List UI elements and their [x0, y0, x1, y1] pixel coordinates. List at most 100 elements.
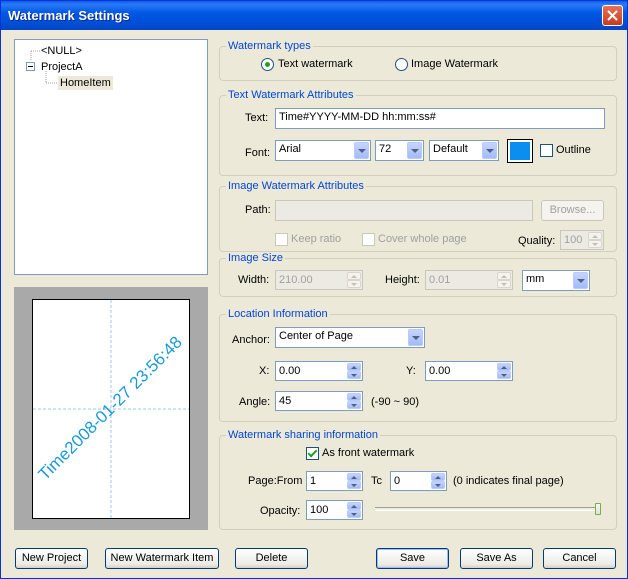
x-label: X:: [259, 365, 270, 377]
spin-down-icon[interactable]: [588, 240, 602, 248]
project-tree: <NULL> ProjectA HomeItem: [14, 39, 208, 275]
spin-down-icon[interactable]: [347, 510, 361, 518]
keep-ratio-checkbox[interactable]: [275, 233, 288, 246]
spin-down-icon[interactable]: [431, 481, 445, 489]
y-spinner[interactable]: 0.00: [425, 361, 513, 381]
color-swatch: [510, 142, 530, 160]
outline-checkbox[interactable]: [540, 144, 553, 157]
angle-label: Angle:: [239, 396, 271, 408]
image-size-title: Image Size: [226, 252, 286, 264]
spin-up-icon[interactable]: [347, 502, 361, 510]
height-label: Height:: [385, 274, 420, 286]
spin-down-icon[interactable]: [497, 371, 511, 379]
font-label: Font:: [245, 147, 271, 159]
preview-page: Time2008-01-27 23:56:48: [32, 299, 190, 519]
front-watermark-label[interactable]: As front watermark: [322, 447, 414, 459]
preview-watermark-text: Time2008-01-27 23:56:48: [35, 333, 186, 484]
tree-collapse-toggle[interactable]: [26, 62, 35, 71]
text-watermark-radio[interactable]: [261, 58, 274, 71]
spin-down-icon[interactable]: [347, 401, 361, 409]
cover-page-label: Cover whole page: [378, 233, 467, 245]
new-watermark-item-button[interactable]: New Watermark Item: [105, 548, 219, 569]
x-spinner[interactable]: 0.00: [275, 361, 363, 381]
cancel-button[interactable]: Cancel: [543, 548, 616, 569]
page-from-label: Page:From: [248, 475, 303, 487]
chevron-down-icon: [482, 142, 497, 159]
delete-button[interactable]: Delete: [235, 548, 308, 569]
spin-up-icon[interactable]: [347, 473, 361, 481]
spin-up-icon[interactable]: [497, 272, 511, 280]
save-as-button[interactable]: Save As: [460, 548, 533, 569]
spin-up-icon[interactable]: [347, 272, 361, 280]
save-button[interactable]: Save: [376, 548, 449, 569]
angle-range-hint: (-90 ~ 90): [371, 396, 419, 408]
minus-icon: [28, 66, 33, 67]
spin-down-icon[interactable]: [347, 371, 361, 379]
font-style-select[interactable]: Default: [429, 140, 499, 161]
opacity-value: 100: [310, 504, 329, 516]
font-size-select[interactable]: 72: [375, 140, 424, 161]
x-value: 0.00: [279, 365, 301, 377]
close-icon: [607, 10, 618, 21]
quality-spinner[interactable]: 100: [560, 230, 604, 250]
tree-item-projecta[interactable]: ProjectA: [41, 61, 83, 73]
sharing-title: Watermark sharing information: [226, 429, 380, 441]
keep-ratio-label: Keep ratio: [291, 233, 342, 245]
spin-down-icon[interactable]: [347, 481, 361, 489]
tree-item-null[interactable]: <NULL>: [41, 45, 82, 57]
spin-up-icon[interactable]: [347, 393, 361, 401]
page-to-label: Tc: [371, 475, 382, 487]
spin-up-icon[interactable]: [588, 232, 602, 240]
watermark-types-title: Watermark types: [226, 40, 313, 52]
opacity-slider-thumb[interactable]: [595, 503, 601, 515]
page-from-value: 1: [310, 475, 317, 487]
font-family-select[interactable]: Arial: [275, 140, 371, 161]
image-watermark-label[interactable]: Image Watermark: [411, 58, 498, 70]
watermark-text-input[interactable]: Time#YYYY-MM-DD hh:mm:ss#: [275, 108, 605, 129]
height-spinner[interactable]: 0.01: [425, 270, 513, 290]
y-value: 0.00: [429, 365, 451, 377]
spin-up-icon[interactable]: [347, 363, 361, 371]
spin-down-icon[interactable]: [347, 280, 361, 288]
unit-select[interactable]: mm: [522, 270, 590, 291]
text-watermark-label[interactable]: Text watermark: [278, 58, 353, 70]
path-label: Path:: [245, 204, 271, 216]
close-button[interactable]: [602, 5, 623, 26]
image-watermark-radio[interactable]: [395, 58, 408, 71]
height-value: 0.01: [429, 274, 451, 286]
front-watermark-checkbox[interactable]: [306, 447, 319, 460]
browse-button[interactable]: Browse...: [541, 200, 604, 221]
spin-up-icon[interactable]: [431, 473, 445, 481]
opacity-label: Opacity:: [260, 505, 301, 517]
anchor-label: Anchor:: [232, 334, 270, 346]
page-to-spinner[interactable]: 0: [390, 471, 447, 491]
anchor-value: Center of Page: [279, 330, 353, 342]
tree-item-homeitem[interactable]: HomeItem: [58, 76, 113, 90]
text-label: Text:: [245, 112, 269, 124]
opacity-spinner[interactable]: 100: [306, 500, 363, 520]
color-picker-button[interactable]: [507, 139, 533, 163]
angle-spinner[interactable]: 45: [275, 391, 363, 411]
y-label: Y:: [406, 365, 416, 377]
page-to-value: 0: [394, 475, 401, 487]
chevron-down-icon: [354, 142, 369, 159]
page-to-note: (0 indicates final page): [453, 475, 564, 487]
angle-value: 45: [279, 395, 292, 407]
anchor-select[interactable]: Center of Page: [275, 327, 425, 348]
cover-page-checkbox[interactable]: [362, 233, 375, 246]
width-value: 210.00: [279, 274, 313, 286]
width-spinner[interactable]: 210.00: [275, 270, 363, 290]
new-project-button[interactable]: New Project: [15, 548, 88, 569]
page-from-spinner[interactable]: 1: [306, 471, 363, 491]
spin-down-icon[interactable]: [497, 280, 511, 288]
image-path-input[interactable]: [275, 200, 533, 221]
quality-value: 100: [564, 234, 583, 246]
spin-up-icon[interactable]: [497, 363, 511, 371]
image-attributes-title: Image Watermark Attributes: [226, 180, 366, 192]
unit-value: mm: [526, 273, 545, 285]
outline-label[interactable]: Outline: [556, 144, 591, 156]
opacity-slider-track[interactable]: [375, 507, 601, 511]
font-family-value: Arial: [279, 143, 302, 155]
font-size-value: 72: [379, 143, 392, 155]
watermark-settings-window: Watermark Settings <NULL> ProjectA HomeI…: [0, 0, 628, 579]
